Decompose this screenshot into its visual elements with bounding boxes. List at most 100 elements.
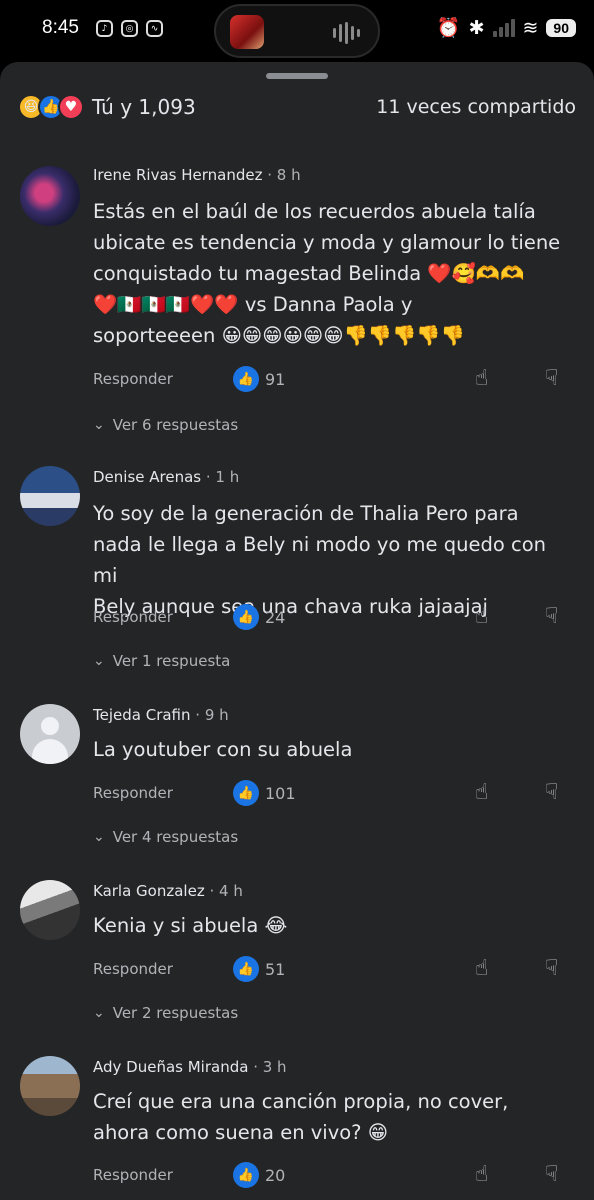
comment-actions: Responder 👍 101 ☝ ☟ bbox=[93, 780, 573, 810]
like-count: 24 bbox=[265, 607, 286, 627]
chevron-down-icon: ⌄ bbox=[93, 1005, 105, 1021]
view-replies-link[interactable]: ⌄ Ver 6 respuestas bbox=[93, 416, 238, 434]
comment-time: · 1 h bbox=[201, 468, 240, 486]
like-badge-icon: 👍 bbox=[233, 366, 259, 392]
chevron-down-icon: ⌄ bbox=[93, 653, 105, 669]
like-count: 20 bbox=[265, 1165, 286, 1185]
comment-likes[interactable]: 👍 91 bbox=[233, 366, 285, 392]
view-replies-link[interactable]: ⌄ Ver 2 respuestas bbox=[93, 1004, 238, 1022]
signal-icon bbox=[492, 18, 515, 37]
comment-author[interactable]: Karla Gonzalez bbox=[93, 882, 205, 900]
alarm-icon: ⏰ bbox=[436, 17, 461, 39]
comment-text: Kenia y si abuela 😂 bbox=[93, 910, 573, 941]
thumbs-up-icon[interactable]: ☝ bbox=[475, 366, 488, 391]
comment-author[interactable]: Tejeda Crafin bbox=[93, 706, 191, 724]
thumbs-down-icon[interactable]: ☟ bbox=[545, 956, 558, 981]
reply-button[interactable]: Responder bbox=[93, 784, 173, 802]
bluetooth-icon: ✱ bbox=[468, 16, 485, 39]
reactions-summary[interactable]: 😆 👍 ♥ Tú y 1,093 bbox=[18, 94, 196, 120]
comment-line: ahora como suena en vivo? 😁 bbox=[93, 1121, 389, 1144]
shares-count[interactable]: 11 veces compartido bbox=[376, 96, 576, 118]
comment-author[interactable]: Ady Dueñas Miranda bbox=[93, 1058, 248, 1076]
avatar-placeholder[interactable] bbox=[20, 704, 80, 764]
thumbs-down-icon[interactable]: ☟ bbox=[545, 366, 558, 391]
reply-button[interactable]: Responder bbox=[93, 960, 173, 978]
avatar[interactable] bbox=[20, 1056, 80, 1116]
audio-waveform-icon bbox=[333, 22, 360, 44]
notification-icons: ♪ ◎ ∿ bbox=[96, 20, 163, 37]
love-reaction-icon: ♥ bbox=[58, 94, 84, 120]
comment-line: Creí que era una canción propia, no cove… bbox=[93, 1090, 509, 1113]
comment-line: nada le llega a Bely ni modo yo me quedo… bbox=[93, 533, 547, 587]
view-replies-label: Ver 2 respuestas bbox=[112, 1004, 239, 1022]
thumbs-down-icon[interactable]: ☟ bbox=[545, 780, 558, 805]
comment-line: Estás en el baúl de los recuerdos abuela… bbox=[93, 200, 536, 223]
like-count: 101 bbox=[265, 783, 296, 803]
comment-header: Denise Arenas · 1 h bbox=[93, 468, 239, 486]
comment-header: Karla Gonzalez · 4 h bbox=[93, 882, 243, 900]
comment-actions: Responder 👍 20 ☝ ☟ bbox=[93, 1162, 573, 1192]
status-bar: 8:45 ♪ ◎ ∿ ⏰ ✱ ≋ 90 bbox=[0, 0, 594, 62]
status-time: 8:45 bbox=[42, 17, 79, 38]
chevron-down-icon: ⌄ bbox=[93, 829, 105, 845]
thumbs-up-icon[interactable]: ☝ bbox=[475, 1162, 488, 1187]
reply-button[interactable]: Responder bbox=[93, 370, 173, 388]
comment-line: ubicate es tendencia y moda y glamour lo… bbox=[93, 231, 561, 254]
comment-line: Kenia y si abuela 😂 bbox=[93, 914, 288, 937]
thumbs-up-icon[interactable]: ☝ bbox=[475, 604, 488, 629]
comment-line: Yo soy de la generación de Thalia Pero p… bbox=[93, 502, 519, 525]
thumbs-up-icon[interactable]: ☝ bbox=[475, 956, 488, 981]
comment-text: Estás en el baúl de los recuerdos abuela… bbox=[93, 196, 573, 351]
comment-time: · 3 h bbox=[248, 1058, 287, 1076]
avatar[interactable] bbox=[20, 466, 80, 526]
messenger-icon: ∿ bbox=[146, 20, 163, 37]
view-replies-link[interactable]: ⌄ Ver 1 respuesta bbox=[93, 652, 230, 670]
comment-text: La youtuber con su abuela bbox=[93, 734, 573, 765]
comment-actions: Responder 👍 24 ☝ ☟ bbox=[93, 604, 573, 634]
tiktok-icon: ♪ bbox=[96, 20, 113, 37]
comment-author[interactable]: Irene Rivas Hernandez bbox=[93, 166, 262, 184]
comments-sheet: 😆 👍 ♥ Tú y 1,093 11 veces compartido Ire… bbox=[0, 62, 594, 1200]
battery-indicator: 90 bbox=[546, 18, 576, 37]
instagram-icon: ◎ bbox=[121, 20, 138, 37]
comment-time: · 4 h bbox=[204, 882, 243, 900]
comment-text: Creí que era una canción propia, no cove… bbox=[93, 1086, 573, 1148]
comment-likes[interactable]: 👍 51 bbox=[233, 956, 285, 982]
like-badge-icon: 👍 bbox=[233, 956, 259, 982]
comment-author[interactable]: Denise Arenas bbox=[93, 468, 201, 486]
thumbs-up-icon[interactable]: ☝ bbox=[475, 780, 488, 805]
comment-likes[interactable]: 👍 24 bbox=[233, 604, 285, 630]
avatar[interactable] bbox=[20, 880, 80, 940]
comment-line: conquistado tu magestad Belinda ❤️🥰🫶🫶 bbox=[93, 262, 525, 285]
like-badge-icon: 👍 bbox=[233, 1162, 259, 1188]
sheet-drag-handle[interactable] bbox=[266, 73, 328, 79]
comment-likes[interactable]: 👍 20 bbox=[233, 1162, 285, 1188]
like-badge-icon: 👍 bbox=[233, 780, 259, 806]
like-badge-icon: 👍 bbox=[233, 604, 259, 630]
reactions-count: Tú y 1,093 bbox=[92, 95, 196, 119]
comment-line: ❤️🇲🇽🇲🇽🇲🇽❤️❤️ vs Danna Paola y bbox=[93, 293, 413, 316]
system-indicators: ⏰ ✱ ≋ 90 bbox=[437, 16, 576, 39]
comment-line: soporteeeen 😀😁😁😀😁😁👎👎👎👎👎 bbox=[93, 324, 465, 347]
comment-line: La youtuber con su abuela bbox=[93, 738, 353, 761]
view-replies-link[interactable]: ⌄ Ver 4 respuestas bbox=[93, 828, 238, 846]
view-replies-label: Ver 6 respuestas bbox=[112, 416, 239, 434]
comment-time: · 9 h bbox=[190, 706, 229, 724]
wifi-icon: ≋ bbox=[522, 16, 539, 39]
avatar[interactable] bbox=[20, 166, 80, 226]
comment-header: Irene Rivas Hernandez · 8 h bbox=[93, 166, 301, 184]
reply-button[interactable]: Responder bbox=[93, 1166, 173, 1184]
like-count: 91 bbox=[265, 369, 286, 389]
reply-button[interactable]: Responder bbox=[93, 608, 173, 626]
comment-time: · 8 h bbox=[262, 166, 301, 184]
thumbs-down-icon[interactable]: ☟ bbox=[545, 1162, 558, 1187]
comment-header: Tejeda Crafin · 9 h bbox=[93, 706, 229, 724]
chevron-down-icon: ⌄ bbox=[93, 417, 105, 433]
comment-actions: Responder 👍 51 ☝ ☟ bbox=[93, 956, 573, 986]
comment-likes[interactable]: 👍 101 bbox=[233, 780, 296, 806]
comment-actions: Responder 👍 91 ☝ ☟ bbox=[93, 366, 573, 396]
thumbs-down-icon[interactable]: ☟ bbox=[545, 604, 558, 629]
dynamic-island[interactable] bbox=[214, 4, 380, 58]
view-replies-label: Ver 1 respuesta bbox=[112, 652, 231, 670]
comment-header: Ady Dueñas Miranda · 3 h bbox=[93, 1058, 287, 1076]
